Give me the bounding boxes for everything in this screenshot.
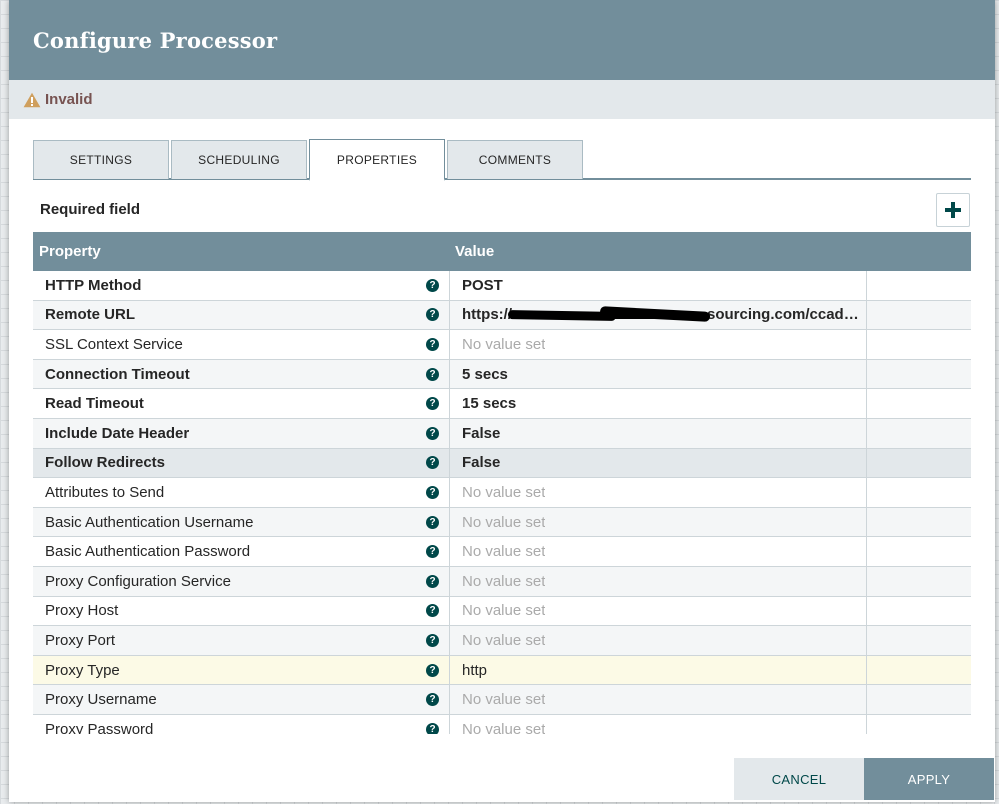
tab-settings[interactable]: SETTINGS bbox=[33, 140, 169, 179]
plus-icon bbox=[945, 202, 961, 218]
help-icon[interactable]: ? bbox=[426, 308, 439, 322]
required-field-label: Required field bbox=[40, 201, 141, 218]
apply-button[interactable]: APPLY bbox=[864, 758, 994, 800]
cancel-button[interactable]: CANCEL bbox=[734, 758, 864, 800]
tab-bar: SETTINGS SCHEDULING PROPERTIES COMMENTS bbox=[33, 139, 971, 181]
dialog-title: Configure Processor bbox=[33, 27, 278, 53]
help-icon[interactable]: ? bbox=[426, 485, 439, 499]
table-row[interactable]: Include Date Header? False bbox=[33, 418, 971, 449]
property-name: Attributes to Send bbox=[45, 483, 165, 501]
help-icon[interactable]: ? bbox=[426, 693, 439, 707]
property-name: Remote URL bbox=[45, 306, 136, 324]
table-row[interactable]: HTTP Method? POST bbox=[33, 271, 971, 301]
property-name: Proxy Port bbox=[45, 631, 116, 649]
table-row[interactable]: Basic Authentication Username? No value … bbox=[33, 507, 971, 538]
tab-comments[interactable]: COMMENTS bbox=[447, 140, 583, 179]
table-row[interactable]: Proxy Password? No value set bbox=[33, 714, 971, 734]
property-name: Read Timeout bbox=[45, 395, 144, 413]
help-icon[interactable]: ? bbox=[426, 278, 439, 292]
tab-properties[interactable]: PROPERTIES bbox=[309, 139, 445, 181]
table-row[interactable]: Read Timeout? 15 secs bbox=[33, 389, 971, 419]
property-name: Follow Redirects bbox=[45, 454, 166, 472]
table-header: Property Value bbox=[33, 232, 971, 271]
tab-scheduling[interactable]: SCHEDULING bbox=[171, 140, 307, 179]
help-icon[interactable]: ? bbox=[426, 515, 439, 529]
property-value[interactable]: 15 secs bbox=[462, 395, 516, 412]
property-name: Proxy Type bbox=[45, 661, 120, 679]
warning-icon bbox=[23, 92, 41, 108]
property-value[interactable]: No value set bbox=[462, 602, 545, 619]
status-text: Invalid bbox=[45, 91, 93, 108]
table-row[interactable]: Basic Authentication Password? No value … bbox=[33, 537, 971, 567]
help-icon[interactable]: ? bbox=[426, 604, 439, 618]
property-name: Proxy Host bbox=[45, 602, 119, 620]
property-value[interactable]: No value set bbox=[462, 691, 545, 708]
table-row[interactable]: Remote URL? https:// sourcing.com/ccadmi… bbox=[33, 300, 971, 331]
property-value[interactable]: False bbox=[462, 454, 500, 471]
status-bar: Invalid bbox=[9, 80, 995, 119]
help-icon[interactable]: ? bbox=[426, 456, 439, 470]
property-name: Include Date Header bbox=[45, 424, 190, 442]
help-icon[interactable]: ? bbox=[426, 663, 439, 677]
property-value[interactable]: No value set bbox=[462, 514, 545, 531]
property-value[interactable]: No value set bbox=[462, 336, 545, 353]
property-value[interactable]: 5 secs bbox=[462, 366, 508, 383]
table-row[interactable]: Attributes to Send? No value set bbox=[33, 478, 971, 508]
table-row[interactable]: Proxy Username? No value set bbox=[33, 685, 971, 715]
property-name: Proxy Password bbox=[45, 720, 154, 734]
property-value[interactable]: No value set bbox=[462, 484, 545, 501]
help-icon[interactable]: ? bbox=[426, 722, 439, 734]
property-name: Proxy Configuration Service bbox=[45, 572, 231, 590]
help-icon[interactable]: ? bbox=[426, 337, 439, 351]
property-value[interactable]: No value set bbox=[462, 543, 545, 560]
property-value[interactable]: No value set bbox=[462, 573, 545, 590]
property-name: Connection Timeout bbox=[45, 365, 190, 383]
redaction-mark bbox=[510, 313, 710, 319]
table-row[interactable]: Follow Redirects? False bbox=[33, 448, 971, 479]
property-name: Proxy Username bbox=[45, 691, 157, 709]
help-icon[interactable]: ? bbox=[426, 545, 439, 559]
add-property-button[interactable] bbox=[936, 193, 970, 227]
table-row[interactable]: Connection Timeout? 5 secs bbox=[33, 359, 971, 390]
column-header-property: Property bbox=[39, 243, 101, 260]
table-row[interactable]: Proxy Host? No value set bbox=[33, 596, 971, 627]
property-value[interactable]: POST bbox=[462, 277, 503, 294]
property-name: HTTP Method bbox=[45, 276, 142, 294]
table-row[interactable]: SSL Context Service? No value set bbox=[33, 330, 971, 360]
property-value[interactable]: No value set bbox=[462, 632, 545, 649]
help-icon[interactable]: ? bbox=[426, 426, 439, 440]
table-row[interactable]: Proxy Configuration Service? No value se… bbox=[33, 566, 971, 597]
table-row[interactable]: Proxy Type? http bbox=[33, 655, 971, 686]
help-icon[interactable]: ? bbox=[426, 633, 439, 647]
table-row[interactable]: Proxy Port? No value set bbox=[33, 626, 971, 656]
properties-table: Property Value HTTP Method? POST Remote … bbox=[33, 232, 971, 734]
column-header-value: Value bbox=[455, 243, 495, 260]
dialog-header: Configure Processor bbox=[9, 0, 995, 80]
property-value[interactable]: No value set bbox=[462, 721, 545, 734]
property-name: Basic Authentication Username bbox=[45, 513, 254, 531]
configure-processor-dialog: Configure Processor Invalid SETTINGS SCH… bbox=[9, 0, 995, 802]
help-icon[interactable]: ? bbox=[426, 397, 439, 411]
property-name: SSL Context Service bbox=[45, 335, 183, 353]
property-name: Basic Authentication Password bbox=[45, 543, 251, 561]
help-icon[interactable]: ? bbox=[426, 367, 439, 381]
property-value[interactable]: http bbox=[462, 662, 487, 679]
property-value[interactable]: False bbox=[462, 425, 500, 442]
help-icon[interactable]: ? bbox=[426, 574, 439, 588]
